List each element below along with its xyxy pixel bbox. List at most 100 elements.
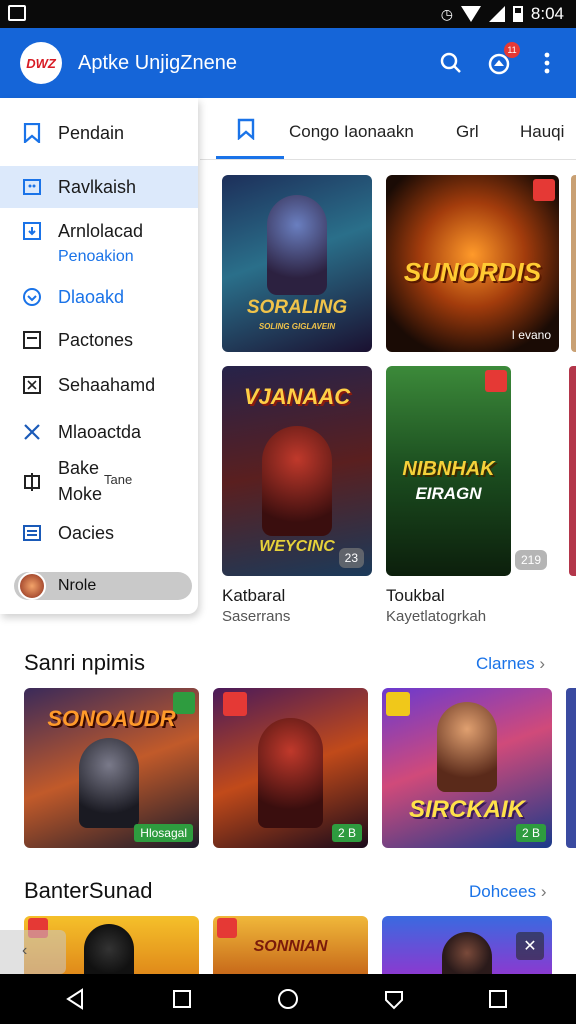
app-bar: DWZ Aptke UnjigZnene 11 bbox=[0, 28, 576, 98]
status-bar: ◷ 8:04 bbox=[0, 0, 576, 28]
home-icon[interactable] bbox=[277, 988, 299, 1010]
drawer-item-nrole[interactable]: Nrole bbox=[14, 572, 192, 600]
drawer-item-label: Nrole bbox=[58, 577, 97, 594]
game-art-title: SORALING bbox=[246, 297, 348, 318]
search-button[interactable] bbox=[436, 48, 466, 78]
tab-hauqi[interactable]: Hauqi bbox=[520, 122, 564, 142]
character-art bbox=[437, 702, 497, 792]
game-card-1[interactable]: SORALING SOLING GIGLAVEIN bbox=[222, 175, 372, 352]
chevron-left-icon: ‹ bbox=[22, 942, 28, 959]
drawer-item-dlaoakd[interactable]: Dlaoakd bbox=[0, 282, 198, 312]
tab-indicator bbox=[216, 156, 284, 159]
section-title: BanterSunad bbox=[24, 878, 153, 903]
tab-bookmarks[interactable] bbox=[236, 118, 256, 145]
section-link-label: Clarnes bbox=[476, 654, 535, 673]
tab-congo[interactable]: Congo Iaonaakn bbox=[289, 122, 414, 142]
game-card-7[interactable]: SIRCKAIK 2 B bbox=[382, 688, 552, 848]
game-art-title: VJANAAC bbox=[243, 384, 351, 409]
square-icon[interactable] bbox=[487, 988, 509, 1010]
game-badge: I evano bbox=[511, 328, 551, 342]
drawer-item-aside: Tane bbox=[104, 472, 133, 487]
tab-bar: Congo Iaonaakn Grl Hauqi bbox=[200, 98, 576, 160]
game-title[interactable]: Katbaral bbox=[222, 586, 285, 606]
game-card-5[interactable]: SONOAUDR Hlosagal bbox=[24, 688, 199, 848]
signal-icon bbox=[488, 6, 505, 22]
section-title: Sanri npimis bbox=[24, 650, 146, 675]
game-card-3[interactable]: VJANAAC WEYCINC 23 bbox=[222, 366, 372, 576]
battery-icon bbox=[512, 6, 523, 22]
next-card-peek bbox=[566, 688, 576, 848]
drawer-item-sehaahamd[interactable]: Sehaahamd bbox=[0, 370, 198, 400]
more-vert-icon bbox=[544, 52, 550, 74]
drawer-item-pactones[interactable]: Pactones bbox=[0, 325, 198, 355]
alarm-icon: ◷ bbox=[440, 5, 453, 22]
game-card-4[interactable]: NIBNHAK EIRAGN bbox=[386, 366, 511, 576]
game-badge: 2 B bbox=[331, 824, 362, 842]
book-icon bbox=[24, 473, 40, 491]
character-art bbox=[262, 426, 332, 536]
drawer-item-label: Pendain bbox=[58, 122, 125, 143]
tag-icon bbox=[533, 179, 555, 201]
chevron-right-icon: › bbox=[539, 654, 545, 673]
recents-icon[interactable] bbox=[171, 988, 193, 1010]
drawer-item-ravlkaish[interactable]: Ravlkaish bbox=[0, 166, 198, 208]
drawer-item-label: Mlaoactda bbox=[58, 421, 142, 442]
character-art bbox=[79, 738, 139, 828]
drawer-item-label: Bake bbox=[58, 458, 100, 478]
game-card-6[interactable]: 2 B bbox=[213, 688, 368, 848]
tag-icon bbox=[223, 692, 247, 716]
drawer-item-pendain[interactable]: Pendain bbox=[0, 116, 198, 150]
tag-icon bbox=[217, 918, 237, 938]
drawer-item-arnlolacad[interactable]: Arnlolacad bbox=[0, 216, 198, 246]
status-icons: ◷ 8:04 bbox=[441, 4, 564, 24]
game-badge: 2 B bbox=[515, 824, 546, 842]
app-title: Aptke UnjigZnene bbox=[78, 52, 237, 74]
clock: 8:04 bbox=[530, 4, 564, 23]
game-card-2[interactable]: SUNORDIS I evano bbox=[386, 175, 559, 352]
drawer-item-label: Oacies bbox=[58, 522, 115, 543]
dismiss-icon[interactable]: ✕ bbox=[516, 932, 544, 960]
image-icon bbox=[23, 179, 41, 195]
back-icon[interactable] bbox=[64, 988, 86, 1010]
drawer-item-oacies[interactable]: Oacies bbox=[0, 518, 198, 548]
grid-icon bbox=[23, 376, 41, 394]
character-art bbox=[84, 924, 134, 974]
back-chip[interactable]: ‹ bbox=[0, 930, 66, 974]
heart-icon bbox=[23, 288, 41, 306]
tab-grl[interactable]: Grl bbox=[456, 122, 479, 142]
avatar bbox=[18, 572, 46, 600]
game-art-title: NIBNHAK bbox=[402, 458, 495, 480]
bookmark-icon bbox=[23, 123, 41, 143]
tag-icon bbox=[386, 692, 410, 716]
tag-icon bbox=[485, 370, 507, 392]
game-subtitle: Kayetlatogrkah bbox=[386, 608, 487, 625]
section-see-all-link[interactable]: Clarnes › bbox=[476, 654, 545, 674]
drawer-item-label: Sehaahamd bbox=[58, 374, 156, 395]
game-badge: Hlosagal bbox=[134, 824, 193, 842]
section-see-all-link[interactable]: Dohcees › bbox=[469, 882, 547, 902]
game-art-title: SIRCKAIK bbox=[408, 796, 525, 823]
app-logo[interactable]: DWZ bbox=[20, 42, 62, 84]
character-art bbox=[258, 718, 323, 828]
chevron-right-icon: › bbox=[540, 882, 547, 901]
game-card-9[interactable]: SONNIAN bbox=[213, 916, 368, 974]
game-subtitle: Saserrans bbox=[222, 608, 291, 625]
list-icon bbox=[23, 331, 41, 349]
wifi-icon bbox=[460, 6, 481, 22]
game-badge: 23 bbox=[338, 548, 364, 568]
next-card-peek bbox=[571, 175, 576, 352]
shield-icon[interactable] bbox=[383, 988, 405, 1010]
drawer-item-mlaoactda[interactable]: Mlaoactda bbox=[0, 417, 198, 447]
game-title[interactable]: Toukbal bbox=[386, 586, 445, 606]
character-art bbox=[442, 932, 492, 974]
drawer-item-label-2: Moke bbox=[58, 484, 103, 504]
overflow-menu-button[interactable] bbox=[532, 48, 562, 78]
drawer-item-bake[interactable]: Bake Moke Tane bbox=[0, 456, 198, 508]
game-card-10[interactable]: ✕ bbox=[382, 916, 552, 974]
notifications-button[interactable]: 11 bbox=[484, 42, 520, 78]
drawer-item-label: Dlaoakd bbox=[58, 286, 125, 307]
game-badge: 219 bbox=[515, 550, 548, 570]
game-art-title: SONNIAN bbox=[253, 938, 328, 955]
drawer-item-sublabel[interactable]: Penoakion bbox=[58, 248, 134, 266]
notification-icon bbox=[8, 5, 26, 21]
